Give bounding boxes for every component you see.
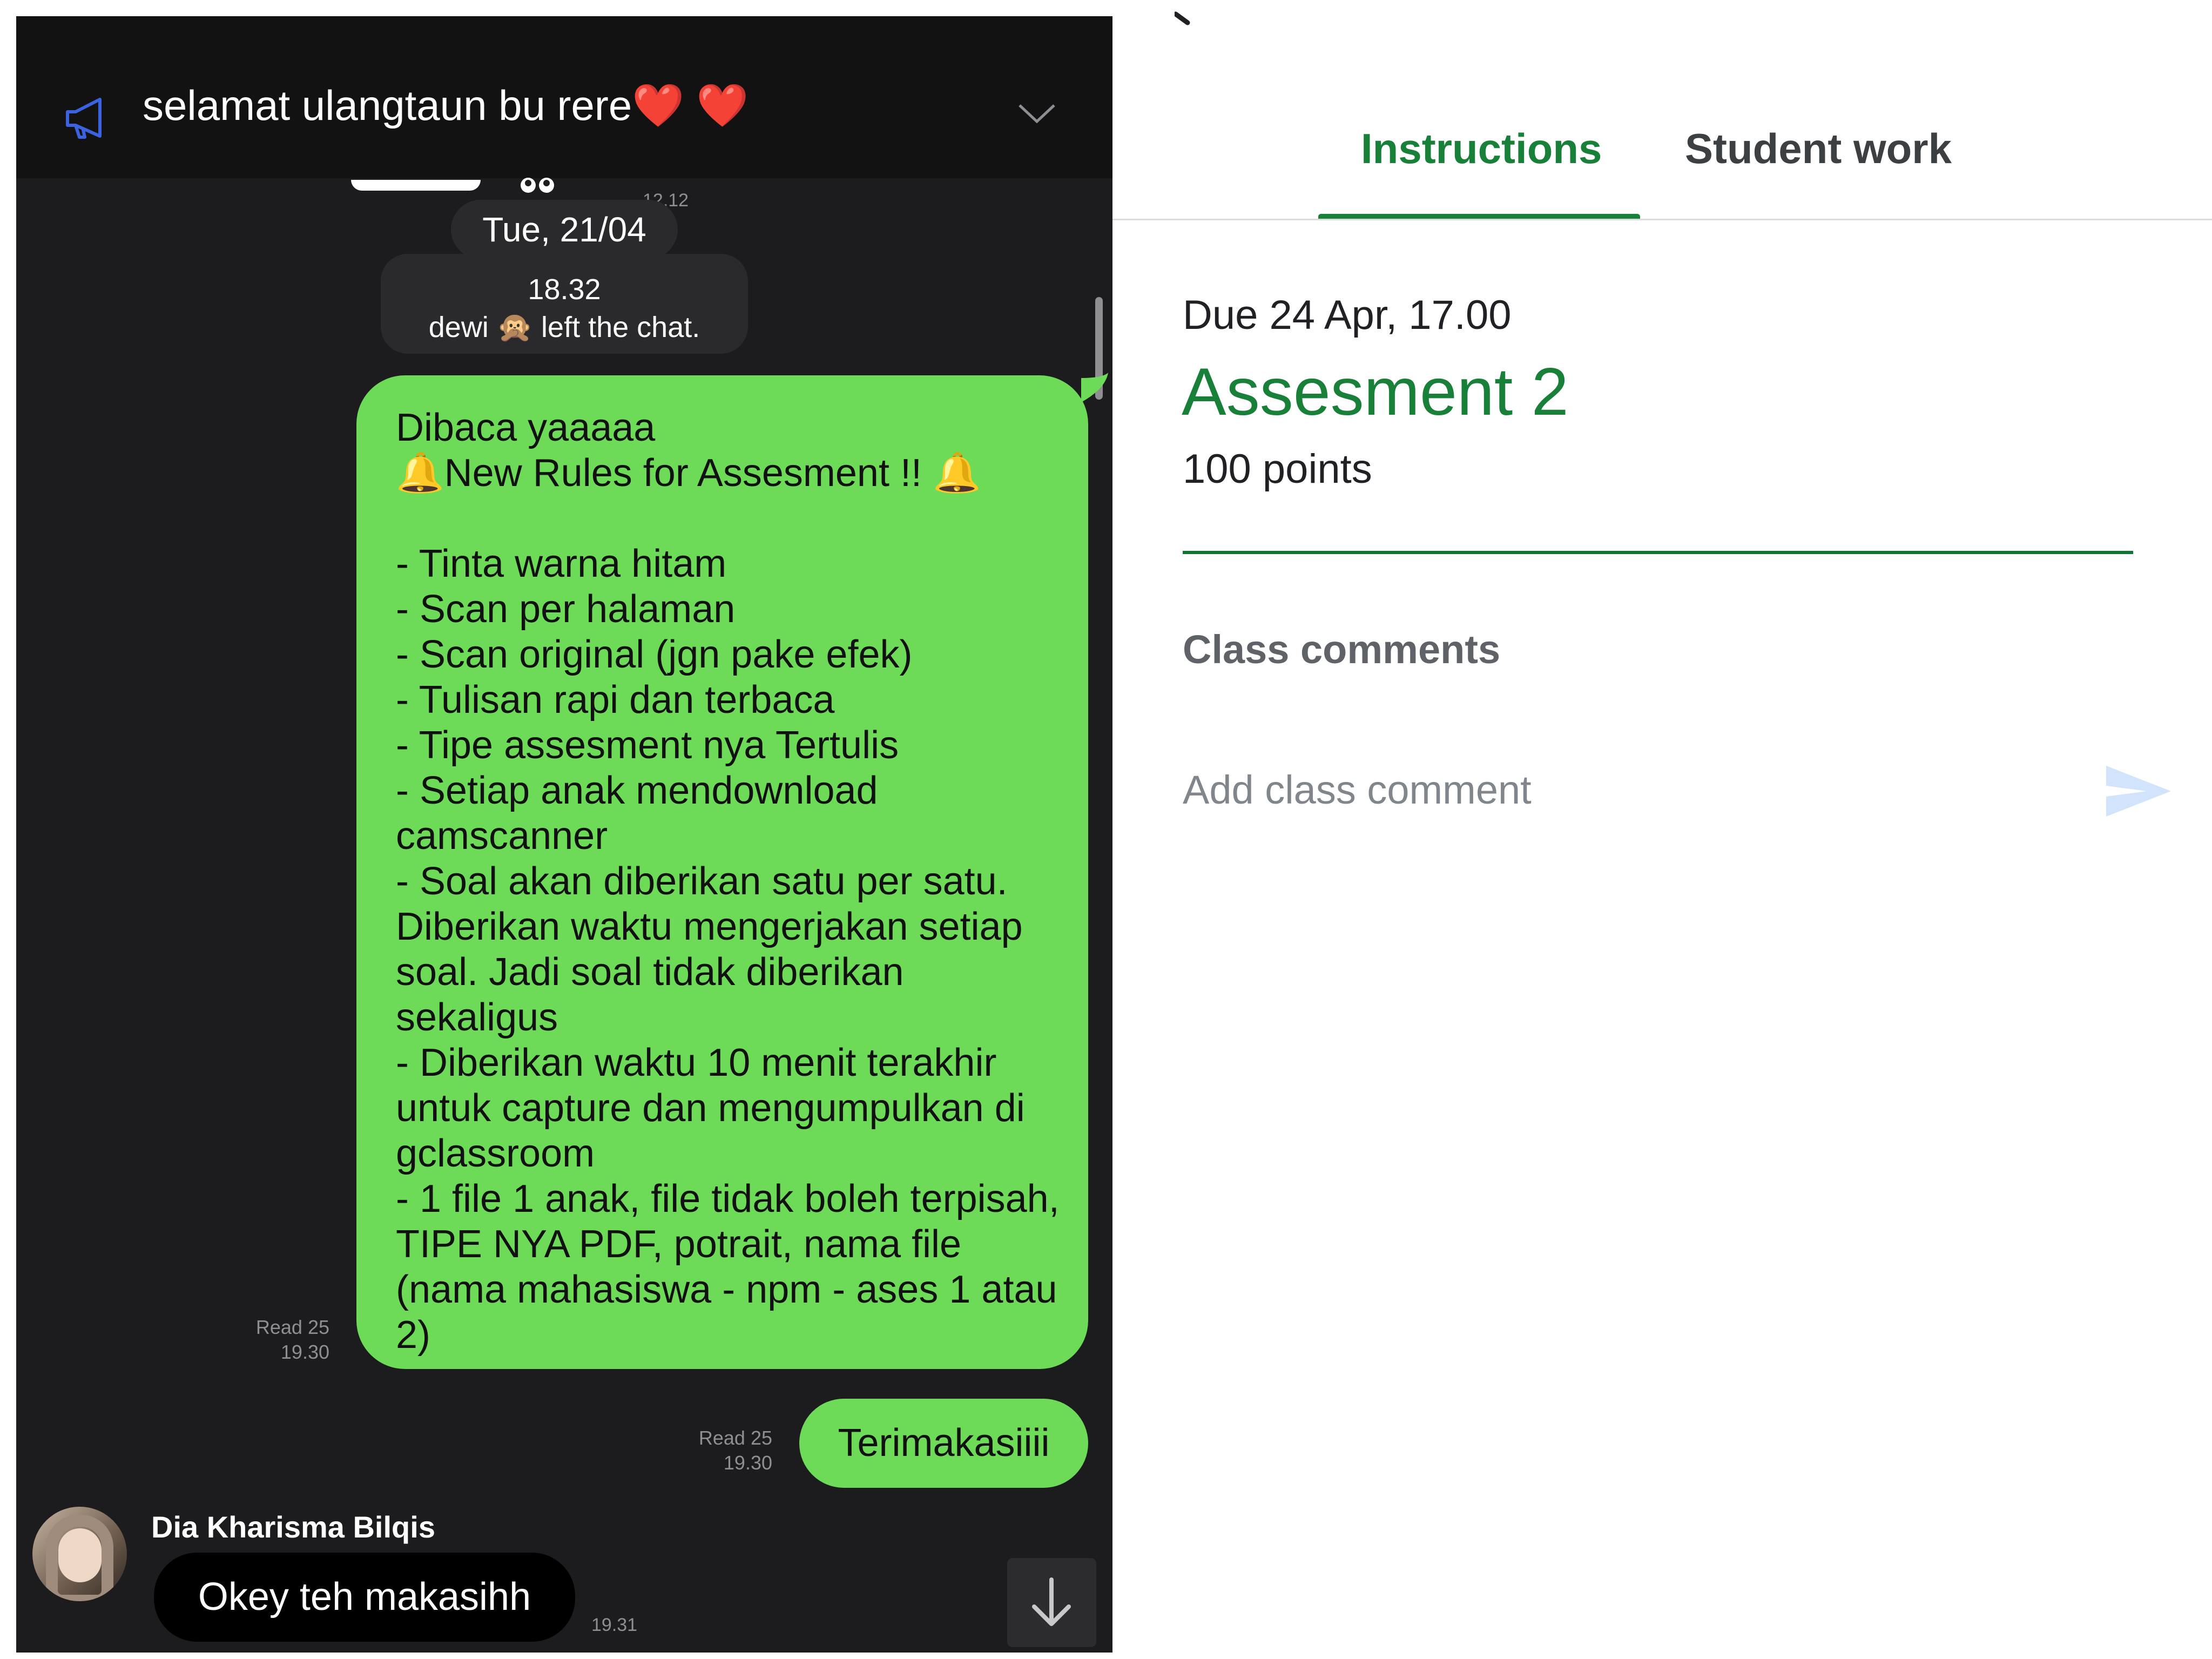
tab-instructions[interactable]: Instructions bbox=[1361, 124, 1602, 173]
announcement-text: selamat ulangtaun bu rere❤️ ❤️ bbox=[143, 81, 748, 131]
scroll-to-bottom-button[interactable] bbox=[1007, 1558, 1096, 1647]
message-time: 19.31 bbox=[591, 1615, 638, 1635]
classroom-panel: Instructions Student work Due 24 Apr, 17… bbox=[1112, 0, 2212, 1659]
class-comments-heading: Class comments bbox=[1183, 627, 1501, 672]
send-icon[interactable] bbox=[2103, 761, 2174, 821]
message-time: 19.30 bbox=[280, 1341, 329, 1363]
date-divider: Tue, 21/04 bbox=[451, 200, 678, 259]
system-message: 18.32 dewi 🙊 left the chat. bbox=[381, 254, 748, 354]
read-status: Read 25 bbox=[255, 1316, 329, 1338]
avatar[interactable] bbox=[32, 1507, 127, 1601]
due-date: Due 24 Apr, 17.00 bbox=[1183, 292, 1512, 338]
assignment-points: 100 points bbox=[1183, 446, 1372, 492]
message-text: Okey teh makasihh bbox=[198, 1575, 531, 1618]
assignment-title: Assesment 2 bbox=[1182, 355, 1569, 429]
outgoing-message[interactable]: Dibaca yaaaaa 🔔New Rules for Assesment !… bbox=[356, 375, 1088, 1369]
bubble-tail bbox=[1081, 373, 1108, 402]
back-arrow-icon[interactable] bbox=[1175, 11, 1196, 32]
system-message-text: dewi 🙊 left the chat. bbox=[428, 311, 700, 343]
chevron-down-icon[interactable] bbox=[1015, 97, 1058, 130]
sticker-fragment bbox=[351, 176, 554, 197]
read-receipt: Read 25 19.30 bbox=[221, 1315, 329, 1365]
heart-emoji: ❤️ ❤️ bbox=[632, 82, 749, 129]
incoming-message[interactable]: Okey teh makasihh bbox=[154, 1553, 575, 1642]
announcement-bar[interactable]: selamat ulangtaun bu rere❤️ ❤️ bbox=[16, 16, 1112, 178]
read-receipt: Read 25 19.30 bbox=[664, 1426, 772, 1475]
message-text: Terimakasiiii bbox=[838, 1421, 1050, 1465]
sender-name: Dia Kharisma Bilqis bbox=[151, 1510, 435, 1544]
message-time: 19.30 bbox=[723, 1452, 772, 1474]
announcement-label: selamat ulangtaun bu rere bbox=[143, 82, 632, 129]
arrow-down-icon bbox=[1032, 1577, 1071, 1626]
outgoing-message[interactable]: Terimakasiiii bbox=[799, 1399, 1088, 1488]
read-status: Read 25 bbox=[698, 1427, 772, 1449]
tab-student-work[interactable]: Student work bbox=[1685, 124, 1952, 173]
megaphone-icon bbox=[66, 98, 102, 139]
message-text: Dibaca yaaaaa 🔔New Rules for Assesment !… bbox=[396, 406, 1060, 1357]
system-message-time: 18.32 bbox=[528, 273, 601, 306]
add-class-comment-input[interactable]: Add class comment bbox=[1183, 767, 1532, 813]
section-divider bbox=[1183, 551, 2133, 554]
chat-panel: selamat ulangtaun bu rere❤️ ❤️ 12.12 Tue… bbox=[16, 16, 1112, 1653]
tab-divider bbox=[1112, 219, 2212, 220]
